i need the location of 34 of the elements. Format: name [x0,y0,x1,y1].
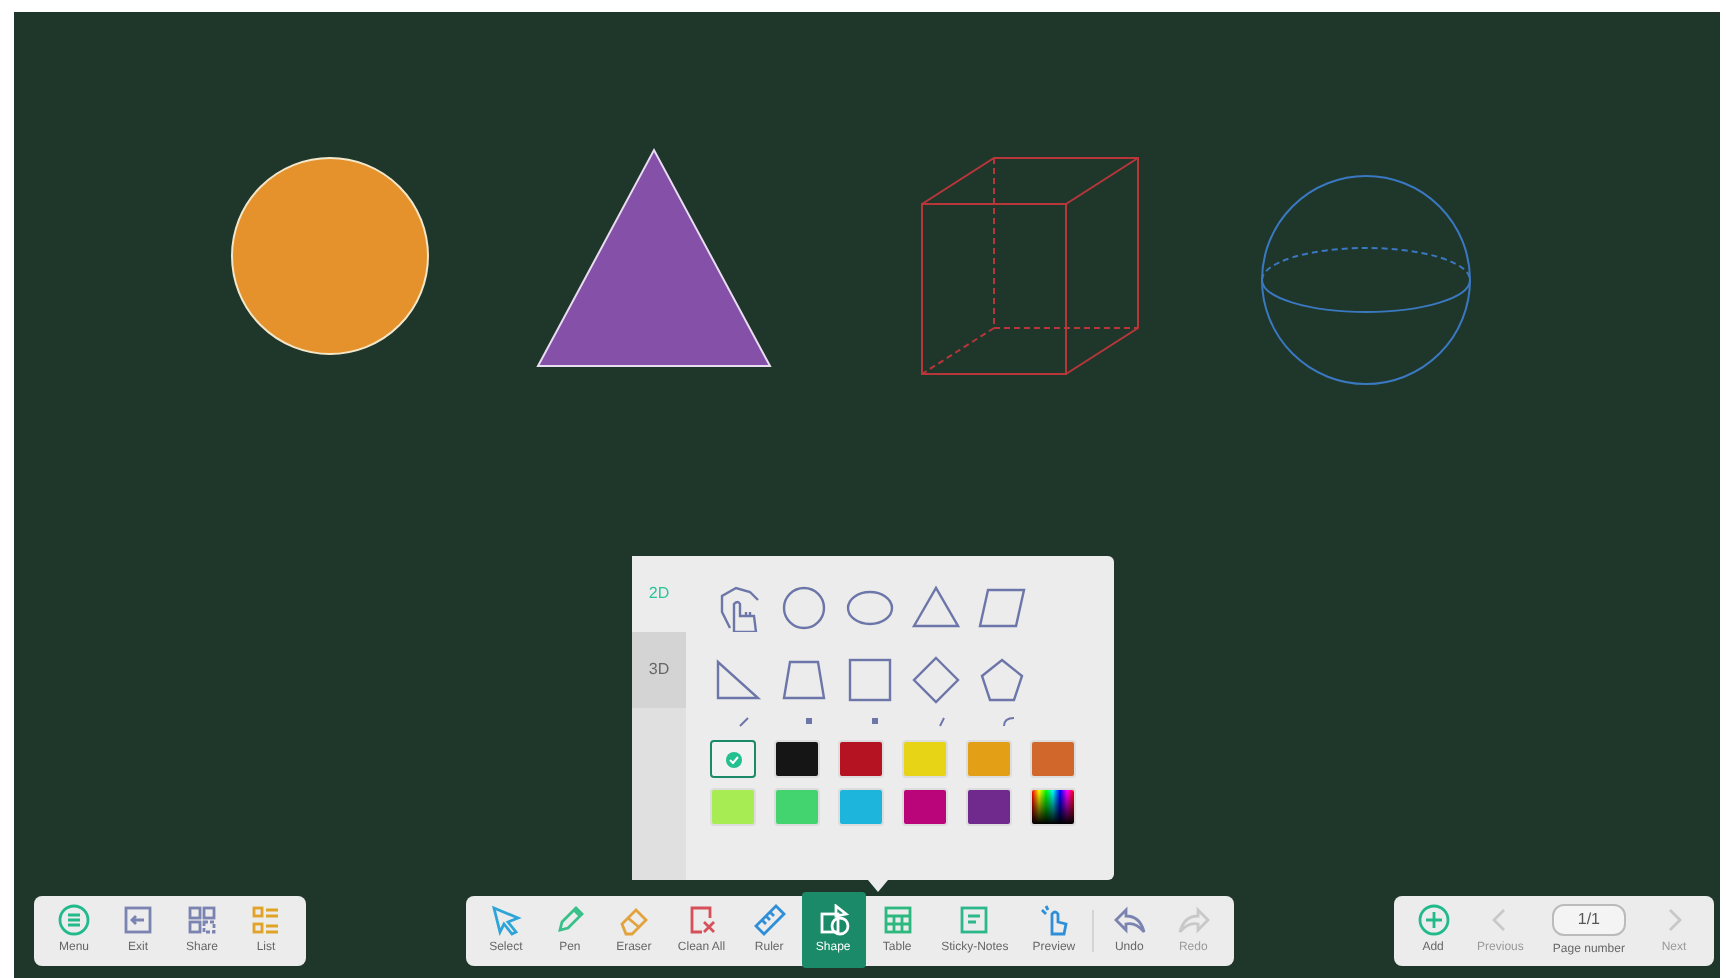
grid-icon [186,904,218,936]
right-triangle-icon [714,656,762,704]
page-number-field[interactable]: 1/1 [1551,903,1626,935]
partial-shape-icon [737,716,749,728]
partial-shape-icon [803,716,815,728]
exit-icon [122,904,154,936]
pen-icon [553,904,586,936]
note-icon [958,904,991,936]
undo-icon [1113,904,1146,936]
triangle-icon [912,584,960,632]
parallelogram-icon [978,584,1026,632]
redo-icon [1177,904,1210,936]
partial-shape-icon [935,716,947,728]
check-icon [725,751,741,767]
color-swatch[interactable] [710,740,756,778]
table-icon [881,904,914,936]
diamond-icon [912,656,960,704]
trapezoid-icon [780,656,828,704]
shape-tab[interactable]: 3D [632,632,686,708]
eraser-icon [617,904,650,936]
list-icon [250,904,282,936]
clean-icon [685,904,718,936]
hand-pointer-icon [1037,904,1070,936]
shapes-icon [817,903,850,935]
partial-shape-icon [1001,716,1013,728]
add-icon [1417,904,1450,936]
square-icon [846,656,894,704]
ruler-icon [753,904,786,936]
cursor-icon [489,904,522,936]
circle-icon [780,584,828,632]
pentagon-icon [978,656,1026,704]
menu-icon [58,904,90,936]
partial-shape-icon [869,716,881,728]
shape-option[interactable] [908,652,964,708]
